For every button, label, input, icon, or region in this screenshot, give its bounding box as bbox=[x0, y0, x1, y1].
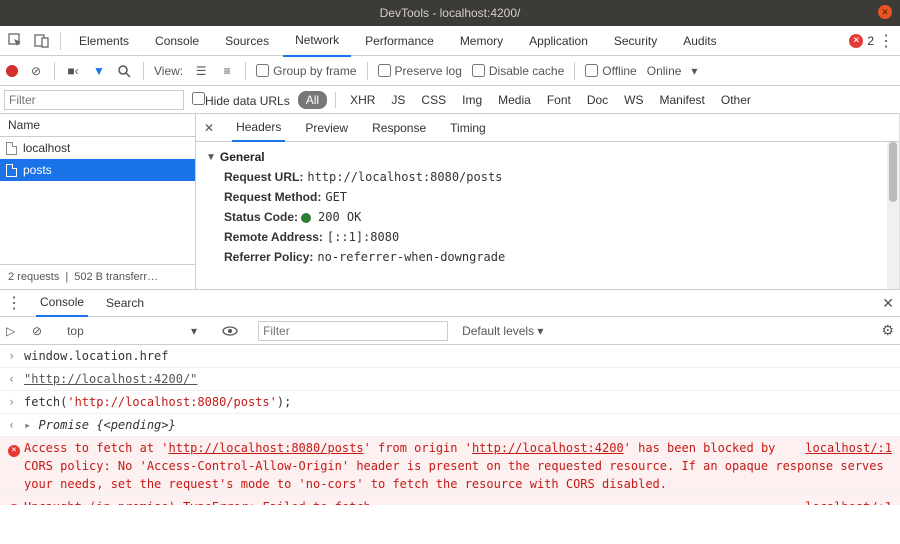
disable-cache-checkbox[interactable]: Disable cache bbox=[472, 64, 564, 78]
headers-general-section: ▼General Request URL:http://localhost:80… bbox=[196, 142, 899, 289]
details-tab-response[interactable]: Response bbox=[368, 115, 430, 141]
request-url-label: Request URL: bbox=[224, 170, 303, 184]
error-count: 2 bbox=[867, 34, 874, 48]
remote-address-value: [::1]:8080 bbox=[327, 230, 399, 244]
more-menu-icon[interactable]: ⋮ bbox=[876, 31, 896, 51]
log-level-select[interactable]: Default levels ▾ bbox=[458, 322, 547, 340]
group-by-frame-checkbox[interactable]: Group by frame bbox=[256, 64, 356, 78]
filter-chip-img[interactable]: Img bbox=[456, 91, 488, 109]
close-details-icon[interactable]: ✕ bbox=[202, 121, 216, 135]
preserve-log-checkbox[interactable]: Preserve log bbox=[378, 64, 462, 78]
document-icon bbox=[6, 142, 17, 155]
scrollbar[interactable] bbox=[887, 142, 899, 289]
filter-chip-js[interactable]: JS bbox=[385, 91, 411, 109]
console-line: ‹▸ Promise {<pending>} bbox=[0, 414, 900, 437]
error-icon: ✕ bbox=[8, 504, 20, 505]
record-button[interactable] bbox=[6, 65, 18, 77]
clear-console-icon[interactable]: ⊘ bbox=[32, 324, 42, 338]
error-icon: ✕ bbox=[8, 445, 20, 457]
tab-console[interactable]: Console bbox=[143, 26, 211, 56]
details-tab-timing[interactable]: Timing bbox=[446, 115, 490, 141]
clear-icon[interactable]: ⊘ bbox=[28, 64, 44, 78]
tab-performance[interactable]: Performance bbox=[353, 26, 446, 56]
request-details: ✕ Headers Preview Response Timing ▼Gener… bbox=[196, 114, 900, 289]
drawer-tabs: ⋮ Console Search ✕ bbox=[0, 289, 900, 317]
filter-chip-ws[interactable]: WS bbox=[618, 91, 649, 109]
context-select[interactable]: top bbox=[62, 321, 202, 341]
request-list-header[interactable]: Name bbox=[0, 114, 195, 137]
console-error-line: ✕ localhost/:1 Access to fetch at 'http:… bbox=[0, 437, 900, 496]
offline-checkbox[interactable]: Offline bbox=[585, 64, 636, 78]
network-toolbar: ⊘ ■‹ ▼ View: ☰ ≡ Group by frame Preserve… bbox=[0, 56, 900, 86]
drawer-tab-search[interactable]: Search bbox=[102, 290, 148, 316]
document-icon bbox=[6, 164, 17, 177]
error-source-link[interactable]: localhost/:1 bbox=[805, 500, 892, 505]
console-toolbar: ▷ ⊘ top Default levels ▾ ⚙ bbox=[0, 317, 900, 345]
tab-audits[interactable]: Audits bbox=[671, 26, 728, 56]
camera-icon[interactable]: ■‹ bbox=[65, 64, 81, 78]
console-error-line: ✕ localhost/:1 Uncaught (in promise) Typ… bbox=[0, 496, 900, 505]
window-titlebar: DevTools - localhost:4200/ ✕ bbox=[0, 0, 900, 26]
details-tab-preview[interactable]: Preview bbox=[301, 115, 352, 141]
main-tabs: Elements Console Sources Network Perform… bbox=[0, 26, 900, 56]
network-filter-input[interactable] bbox=[4, 90, 184, 110]
filter-chip-manifest[interactable]: Manifest bbox=[654, 91, 711, 109]
filter-chip-doc[interactable]: Doc bbox=[581, 91, 614, 109]
network-filter-bar: Hide data URLs All XHR JS CSS Img Media … bbox=[0, 86, 900, 114]
filter-chip-xhr[interactable]: XHR bbox=[344, 91, 381, 109]
hide-data-urls-checkbox[interactable]: Hide data URLs bbox=[192, 92, 290, 108]
filter-chip-all[interactable]: All bbox=[298, 91, 327, 109]
tab-sources[interactable]: Sources bbox=[213, 26, 281, 56]
details-tab-headers[interactable]: Headers bbox=[232, 114, 285, 142]
view-list-icon[interactable]: ☰ bbox=[193, 64, 209, 78]
request-row-localhost[interactable]: localhost bbox=[0, 137, 195, 159]
error-icon: ✕ bbox=[849, 34, 863, 48]
filter-chip-css[interactable]: CSS bbox=[415, 91, 452, 109]
console-line: ›window.location.href bbox=[0, 345, 900, 368]
request-method-label: Request Method: bbox=[224, 190, 321, 204]
search-icon[interactable] bbox=[117, 64, 133, 78]
referrer-policy-value: no-referrer-when-downgrade bbox=[317, 250, 505, 264]
console-filter-input[interactable] bbox=[258, 321, 448, 341]
filter-chip-font[interactable]: Font bbox=[541, 91, 577, 109]
device-toggle-icon[interactable] bbox=[30, 29, 54, 53]
error-count-badge[interactable]: ✕ 2 bbox=[849, 34, 874, 48]
remote-address-label: Remote Address: bbox=[224, 230, 323, 244]
request-method-value: GET bbox=[325, 190, 347, 204]
request-row-posts[interactable]: posts bbox=[0, 159, 195, 181]
filter-chip-other[interactable]: Other bbox=[715, 91, 757, 109]
request-status-bar: 2 requests|502 B transferr… bbox=[0, 264, 195, 289]
tab-application[interactable]: Application bbox=[517, 26, 600, 56]
tab-memory[interactable]: Memory bbox=[448, 26, 515, 56]
tab-elements[interactable]: Elements bbox=[67, 26, 141, 56]
filter-chip-media[interactable]: Media bbox=[492, 91, 537, 109]
execution-context-icon[interactable]: ▷ bbox=[6, 324, 22, 338]
request-list: Name localhost posts 2 requests|502 B tr… bbox=[0, 114, 196, 289]
throttle-select[interactable]: Online bbox=[647, 64, 682, 78]
status-code-value: 200 OK bbox=[318, 210, 361, 224]
status-code-label: Status Code: bbox=[224, 210, 298, 224]
disclosure-triangle-icon[interactable]: ▼ bbox=[206, 152, 216, 163]
tab-network[interactable]: Network bbox=[283, 25, 351, 57]
console-output: ›window.location.href ‹"http://localhost… bbox=[0, 345, 900, 505]
live-expression-icon[interactable] bbox=[222, 326, 238, 336]
console-line: ›fetch('http://localhost:8080/posts'); bbox=[0, 391, 900, 414]
view-label: View: bbox=[154, 64, 183, 78]
window-close-button[interactable]: ✕ bbox=[878, 5, 892, 19]
inspect-icon[interactable] bbox=[4, 29, 28, 53]
drawer-close-icon[interactable]: ✕ bbox=[882, 295, 894, 312]
drawer-menu-icon[interactable]: ⋮ bbox=[6, 293, 22, 313]
request-url-value: http://localhost:8080/posts bbox=[307, 170, 502, 184]
drawer-tab-console[interactable]: Console bbox=[36, 289, 88, 317]
view-waterfall-icon[interactable]: ≡ bbox=[219, 64, 235, 78]
console-settings-icon[interactable]: ⚙ bbox=[881, 322, 894, 339]
status-dot-icon bbox=[301, 213, 311, 223]
window-title: DevTools - localhost:4200/ bbox=[380, 6, 521, 20]
chevron-down-icon[interactable]: ▾ bbox=[691, 64, 697, 78]
tab-security[interactable]: Security bbox=[602, 26, 669, 56]
console-line: ‹"http://localhost:4200/" bbox=[0, 368, 900, 391]
filter-toggle-icon[interactable]: ▼ bbox=[91, 64, 107, 78]
referrer-policy-label: Referrer Policy: bbox=[224, 250, 313, 264]
error-source-link[interactable]: localhost/:1 bbox=[805, 441, 892, 455]
